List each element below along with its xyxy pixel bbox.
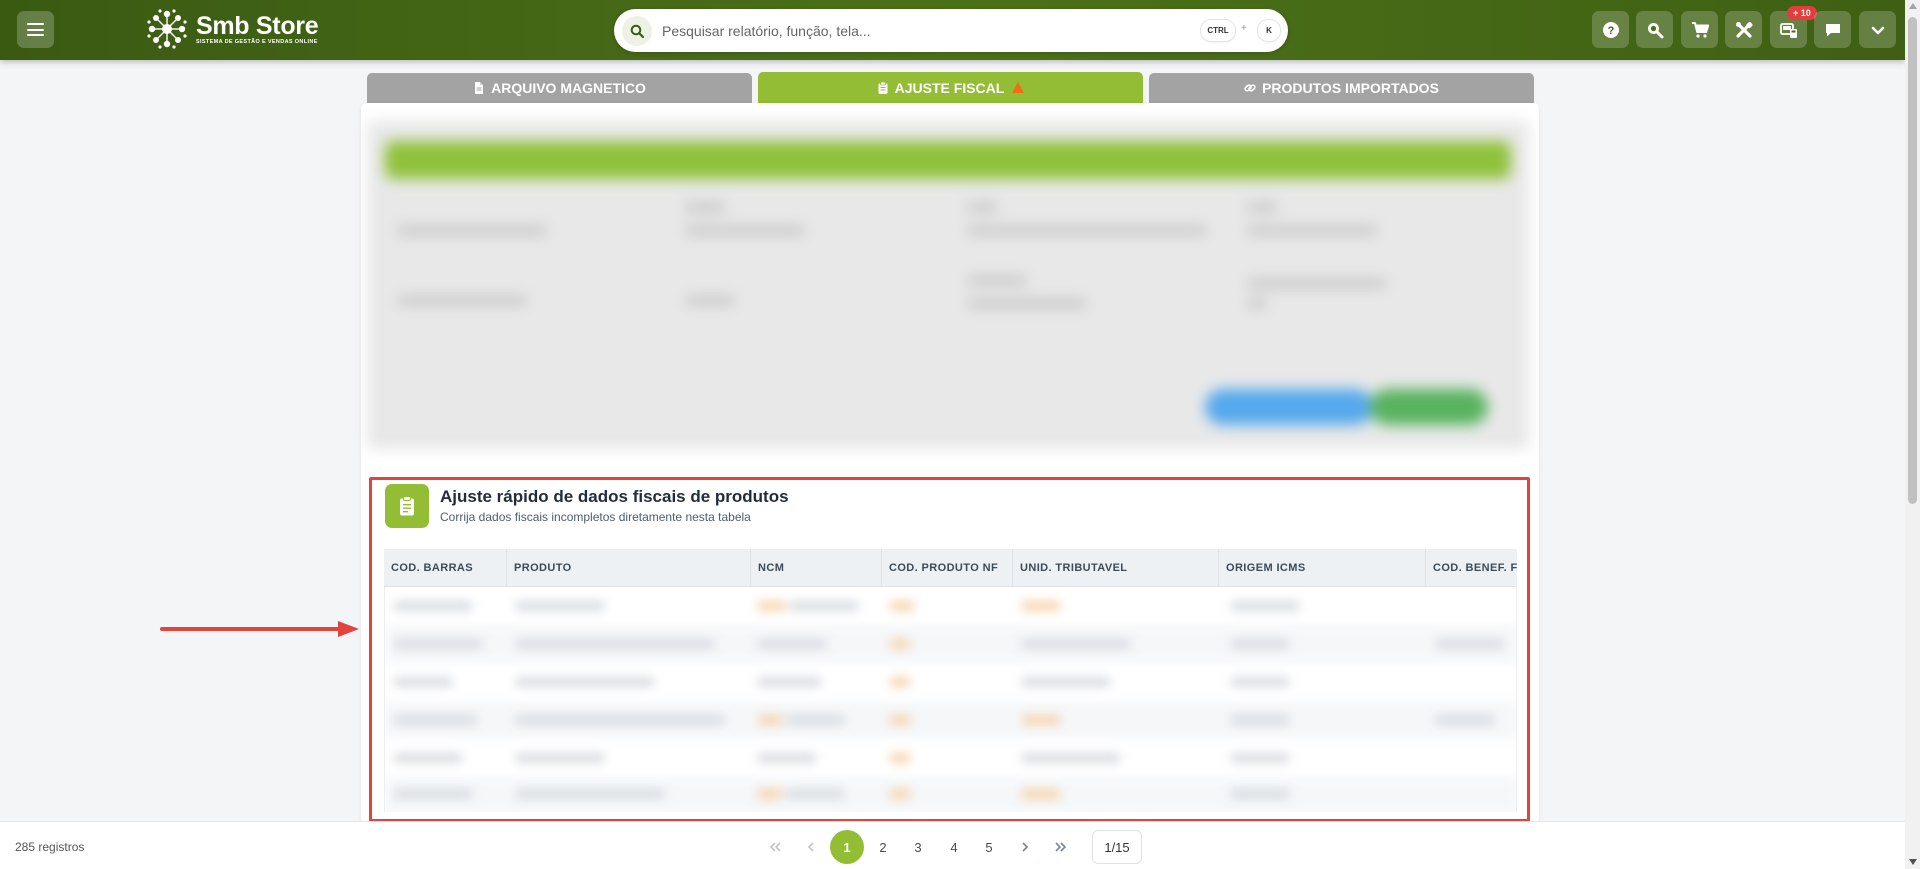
tab-ajuste-fiscal[interactable]: AJUSTE FISCAL [758, 72, 1143, 103]
last-page-button[interactable] [1044, 830, 1078, 864]
page-indicator[interactable]: 1/15 [1092, 830, 1142, 864]
table-header: COD. BARRAS PRODUTO NCM COD. PRODUTO NF … [384, 549, 1517, 587]
table-body [384, 587, 1517, 812]
double-chevron-right-icon [1055, 842, 1067, 852]
link-icon [1244, 84, 1256, 92]
notification-badge: + 10 [1787, 6, 1817, 20]
cart-button[interactable] [1681, 11, 1718, 48]
shortcut-ctrl-key: CTRL [1201, 20, 1235, 41]
svg-text:?: ? [1607, 25, 1614, 37]
column-header-ncm[interactable]: NCM [751, 549, 882, 586]
scrollbar-thumb[interactable] [1908, 17, 1917, 504]
scroll-up-arrow-icon[interactable] [1909, 3, 1917, 9]
tab-label: AJUSTE FISCAL [894, 79, 1005, 96]
hamburger-icon [27, 23, 44, 36]
tools-icon [1735, 21, 1753, 38]
app-logo[interactable]: Smb Store SISTEMA DE GESTÃO E VENDAS ONL… [146, 8, 319, 50]
records-count: 285 registros [15, 840, 85, 854]
zoom-search-button[interactable] [1636, 11, 1673, 48]
chat-icon [1825, 23, 1840, 36]
help-icon: ? [1602, 21, 1619, 38]
section-icon [385, 484, 429, 528]
clipboard-icon [878, 81, 888, 94]
prev-page-button[interactable] [794, 830, 828, 864]
clipboard-check-icon [400, 496, 414, 516]
document-icon [475, 82, 484, 94]
zoom-search-icon [1647, 22, 1663, 38]
page-4-button[interactable]: 4 [937, 830, 971, 864]
warning-icon [1012, 82, 1025, 93]
pos-terminal-icon [1779, 22, 1797, 38]
column-header-unid-tributavel[interactable]: UNID. TRIBUTAVEL [1013, 549, 1219, 586]
top-navbar: Smb Store SISTEMA DE GESTÃO E VENDAS ONL… [0, 0, 1905, 60]
search-icon[interactable] [622, 16, 652, 46]
chevron-left-icon [807, 842, 814, 852]
app-tagline: SISTEMA DE GESTÃO E VENDAS ONLINE [196, 38, 318, 45]
column-header-origem-icms[interactable]: ORIGEM ICMS [1219, 549, 1426, 586]
help-button[interactable]: ? [1592, 11, 1629, 48]
column-header-cod-produto-nf[interactable]: COD. PRODUTO NF [882, 549, 1013, 586]
annotation-arrow-icon [160, 621, 359, 637]
tab-label: ARQUIVO MAGNETICO [491, 80, 646, 96]
page-3-button[interactable]: 3 [901, 830, 935, 864]
tab-produtos-importados[interactable]: PRODUTOS IMPORTADOS [1149, 73, 1534, 103]
chat-button[interactable] [1814, 11, 1851, 48]
shortcut-k-key: K [1258, 20, 1280, 41]
first-page-button[interactable] [758, 830, 792, 864]
search-input[interactable] [662, 18, 1142, 43]
tools-button[interactable] [1725, 11, 1762, 48]
section-subtitle: Corrija dados fiscais incompletos direta… [440, 510, 751, 524]
pagination-footer: 285 registros 1 2 3 4 5 1/15 [0, 821, 1905, 869]
cart-icon [1691, 21, 1709, 38]
shortcut-plus: + [1241, 23, 1247, 34]
page-1-button[interactable]: 1 [830, 830, 864, 864]
double-chevron-left-icon [769, 842, 781, 852]
column-header-cod-barras[interactable]: COD. BARRAS [384, 549, 507, 586]
tab-label: PRODUTOS IMPORTADOS [1262, 80, 1439, 96]
global-search: CTRL + K [614, 9, 1288, 52]
page-scrollbar[interactable] [1905, 0, 1920, 869]
scroll-down-arrow-icon[interactable] [1909, 859, 1917, 865]
menu-button[interactable] [17, 11, 54, 48]
blurred-filter-form [367, 121, 1529, 449]
chevron-right-icon [1022, 842, 1029, 852]
column-header-produto[interactable]: PRODUTO [507, 549, 751, 586]
page-2-button[interactable]: 2 [866, 830, 900, 864]
blurred-table-rows [385, 587, 1516, 812]
column-header-cod-benef[interactable]: COD. BENEF. F [1426, 549, 1517, 586]
section-title: Ajuste rápido de dados fiscais de produt… [440, 487, 789, 506]
chevron-down-icon [1871, 26, 1884, 34]
page-5-button[interactable]: 5 [972, 830, 1006, 864]
network-logo-icon [147, 9, 187, 49]
app-name: Smb Store [196, 11, 319, 40]
tab-arquivo-magnetico[interactable]: ARQUIVO MAGNETICO [367, 73, 752, 103]
user-menu-button[interactable] [1859, 11, 1896, 48]
next-page-button[interactable] [1008, 830, 1042, 864]
